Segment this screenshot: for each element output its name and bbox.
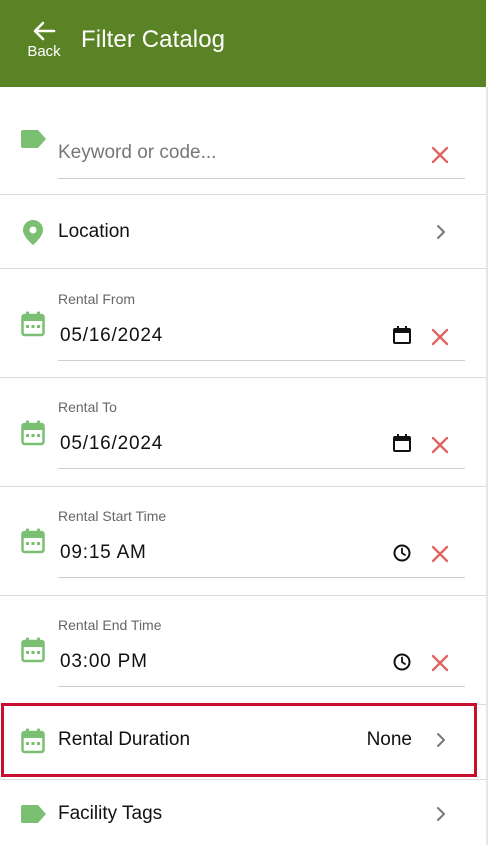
facility-tags-label: Facility Tags [58,803,163,824]
clock-icon[interactable] [393,544,411,562]
clock-icon[interactable] [393,653,411,671]
date-picker-icon[interactable] [393,326,411,344]
rental-from-underline [58,360,465,361]
rental-start-time-label: Rental Start Time [58,508,167,524]
page-title: Filter Catalog [81,26,226,53]
tag-icon [21,805,46,823]
keyword-input[interactable]: Keyword or code... [58,142,216,164]
rental-end-time-input[interactable]: 03:00 PM [60,651,148,673]
clear-rental-to-icon[interactable] [430,435,450,455]
facility-tags-row[interactable]: Facility Tags [0,780,486,845]
date-picker-icon[interactable] [393,434,411,452]
rental-to-label: Rental To [58,399,117,415]
back-button[interactable]: Back [20,20,68,68]
tag-icon [21,130,46,148]
back-label: Back [27,43,61,60]
clear-rental-from-icon[interactable] [430,327,450,347]
rental-start-time-input[interactable]: 09:15 AM [60,542,147,564]
chevron-right-icon[interactable] [436,224,446,240]
arrow-left-icon [33,21,56,41]
rental-to-input[interactable]: 05/16/2024 [60,433,163,455]
rental-start-time-row: Rental Start Time 09:15 AM [0,487,486,596]
rental-from-input[interactable]: 05/16/2024 [60,325,163,347]
clear-rental-end-time-icon[interactable] [430,653,450,673]
rental-end-time-row: Rental End Time 03:00 PM [0,596,486,705]
chevron-right-icon[interactable] [436,806,446,822]
rental-to-underline [58,468,465,469]
calendar-icon [21,528,45,554]
clear-rental-start-time-icon[interactable] [430,544,450,564]
app-header: Back Filter Catalog [0,0,486,87]
rental-start-time-underline [58,577,465,578]
calendar-icon [21,420,45,446]
calendar-icon [21,637,45,663]
rental-to-row: Rental To 05/16/2024 [0,378,486,487]
location-label: Location [58,221,130,242]
keyword-row: Keyword or code... [0,87,486,195]
highlight-box [1,703,477,777]
keyword-underline [58,178,465,179]
calendar-icon [21,311,45,337]
map-pin-icon [23,220,43,245]
rental-from-row: Rental From 05/16/2024 [0,269,486,378]
rental-end-time-underline [58,686,465,687]
rental-end-time-label: Rental End Time [58,617,162,633]
location-row[interactable]: Location [0,195,486,269]
clear-keyword-icon[interactable] [430,145,450,165]
rental-from-label: Rental From [58,291,136,307]
